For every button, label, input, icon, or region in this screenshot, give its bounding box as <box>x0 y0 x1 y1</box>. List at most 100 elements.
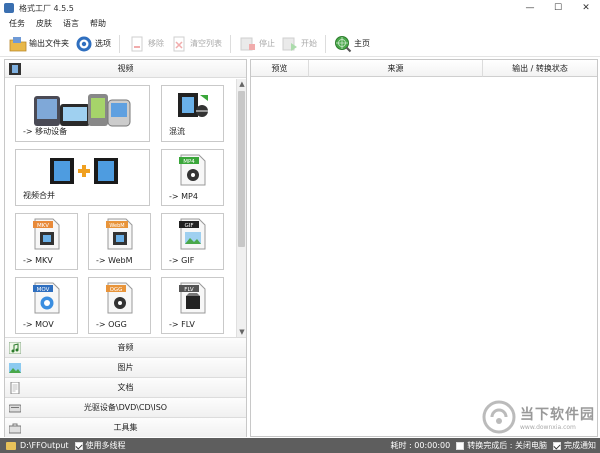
document-icon <box>9 381 21 395</box>
optical-drive-icon <box>8 402 22 414</box>
ogg-badge-text: OGG <box>110 287 123 293</box>
folder-icon <box>9 35 27 53</box>
category-document-label: 文档 <box>117 383 134 392</box>
picture-icon <box>9 362 21 374</box>
elapsed-time: 耗时 : 00:00:00 <box>390 441 451 450</box>
menu-item-skin[interactable]: 皮肤 <box>36 18 52 29</box>
category-image-label: 图片 <box>117 363 134 372</box>
gif-file-icon: GIF <box>179 218 206 250</box>
remove-button[interactable]: 移除 <box>128 33 164 55</box>
site-watermark: 当下软件园 www.downxia.com <box>482 398 597 436</box>
clear-list-icon <box>170 35 188 53</box>
category-toolbox[interactable]: 工具集 <box>5 417 246 437</box>
tile-label: 视频合并 <box>23 191 55 200</box>
status-bar: D:\FFOutput 使用多线程 耗时 : 00:00:00 转换完成后 : … <box>0 438 600 453</box>
tile-label: -> WebM <box>96 256 133 265</box>
notify-checkbox[interactable] <box>553 441 561 450</box>
tile-mov[interactable]: MOV -> MOV <box>15 277 78 334</box>
start-label: 开始 <box>301 39 317 48</box>
video-grid-scrollbar[interactable]: ▲ ▼ <box>236 79 246 337</box>
options-label: 选项 <box>95 39 111 48</box>
tile-mp4[interactable]: MP4 -> MP4 <box>161 149 224 206</box>
scroll-down-arrow-icon[interactable]: ▼ <box>237 327 247 337</box>
scroll-thumb[interactable] <box>238 91 245 247</box>
tile-video-merge[interactable]: 视频合并 <box>15 149 150 206</box>
close-button[interactable]: ✕ <box>572 0 600 16</box>
tile-label: -> OGG <box>96 320 127 329</box>
tile-mux[interactable]: 混流 <box>161 85 224 142</box>
music-note-icon <box>8 341 22 355</box>
category-audio[interactable]: 音频 <box>5 337 246 357</box>
menu-item-tasks[interactable]: 任务 <box>9 18 25 29</box>
tile-mobile-device[interactable]: -> 移动设备 <box>15 85 150 142</box>
menu-item-help[interactable]: 帮助 <box>90 18 106 29</box>
mp4-file-icon: MP4 <box>179 154 206 186</box>
output-folder-button[interactable]: 输出文件夹 <box>9 33 69 55</box>
clear-list-button[interactable]: 清空列表 <box>170 33 222 55</box>
multithread-label: 使用多线程 <box>85 441 126 450</box>
options-button[interactable]: 选项 <box>75 33 111 55</box>
flv-badge-text: FLV <box>184 287 194 293</box>
mux-icon <box>178 93 208 117</box>
tile-label: -> FLV <box>169 320 195 329</box>
mkv-badge-text: MKV <box>37 223 49 229</box>
maximize-button[interactable]: ☐ <box>544 0 572 16</box>
tile-label: -> MOV <box>23 320 54 329</box>
tile-webm[interactable]: WebM -> WebM <box>88 213 151 270</box>
stop-label: 停止 <box>259 39 275 48</box>
site-logo-icon <box>482 400 516 434</box>
category-audio-label: 音频 <box>117 343 134 352</box>
remove-label: 移除 <box>148 39 164 48</box>
gear-icon <box>75 35 93 53</box>
film-icon <box>9 63 21 75</box>
flv-file-icon: FLV <box>179 282 206 314</box>
mobile-devices-icon <box>34 94 131 127</box>
ogg-file-icon: OGG <box>106 282 133 314</box>
output-folder-label: 输出文件夹 <box>29 39 69 48</box>
scroll-up-arrow-icon[interactable]: ▲ <box>237 79 247 89</box>
homepage-button[interactable]: 主页 <box>334 33 370 55</box>
homepage-label: 主页 <box>354 39 370 48</box>
window-title: 格式工厂 4.5.5 <box>19 3 74 13</box>
column-source[interactable]: 来源 <box>309 60 483 77</box>
video-merge-icon <box>50 158 118 184</box>
tile-label: 混流 <box>169 127 185 136</box>
category-optical-drive[interactable]: 光驱设备\DVD\CD\ISO <box>5 397 246 417</box>
title-bar: 格式工厂 4.5.5 — ☐ ✕ <box>0 0 600 16</box>
output-path[interactable]: D:\FFOutput <box>20 441 69 450</box>
column-preview[interactable]: 预览 <box>251 60 309 77</box>
tile-label: -> GIF <box>169 256 195 265</box>
after-convert-checkbox[interactable] <box>456 441 465 450</box>
mov-badge-text: MOV <box>37 287 50 293</box>
column-output-status[interactable]: 输出 / 转换状态 <box>483 60 597 77</box>
category-list: 音频 图片 文档 光驱设备\DVD\CD\ISO 工具集 <box>5 337 246 437</box>
clear-list-label: 清空列表 <box>190 39 222 48</box>
mov-file-icon: MOV <box>33 282 60 314</box>
globe-search-icon <box>334 35 352 53</box>
category-image[interactable]: 图片 <box>5 357 246 377</box>
tile-flv[interactable]: FLV -> FLV <box>161 277 224 334</box>
task-table: 预览 来源 输出 / 转换状态 <box>250 59 598 437</box>
notify-label: 完成通知 <box>564 441 596 450</box>
menu-item-language[interactable]: 语言 <box>63 18 79 29</box>
tile-mkv[interactable]: MKV -> MKV <box>15 213 78 270</box>
app-icon <box>4 3 14 13</box>
multithread-checkbox[interactable] <box>74 441 83 450</box>
video-section-header[interactable]: 视频 <box>5 60 246 78</box>
toolbar-separator <box>119 34 120 53</box>
after-convert-label: 转换完成后 : 关闭电脑 <box>467 441 547 450</box>
watermark-url: www.downxia.com <box>520 423 576 431</box>
minimize-button[interactable]: — <box>516 0 544 16</box>
webm-file-icon: WebM <box>106 218 133 250</box>
start-button[interactable]: 开始 <box>281 33 317 55</box>
folder-icon <box>6 441 16 450</box>
toolbar-separator <box>325 34 326 53</box>
tile-ogg[interactable]: OGG -> OGG <box>88 277 151 334</box>
tile-gif[interactable]: GIF -> GIF <box>161 213 224 270</box>
gif-badge-text: GIF <box>184 223 193 229</box>
stop-button[interactable]: 停止 <box>239 33 275 55</box>
category-optical-drive-label: 光驱设备\DVD\CD\ISO <box>83 403 168 412</box>
category-panel: 视频 -> 移动设备 混流 视频合并 MP4 -> MP4 MKV -> MKV… <box>4 59 247 437</box>
watermark-name: 当下软件园 <box>520 406 595 423</box>
category-document[interactable]: 文档 <box>5 377 246 397</box>
